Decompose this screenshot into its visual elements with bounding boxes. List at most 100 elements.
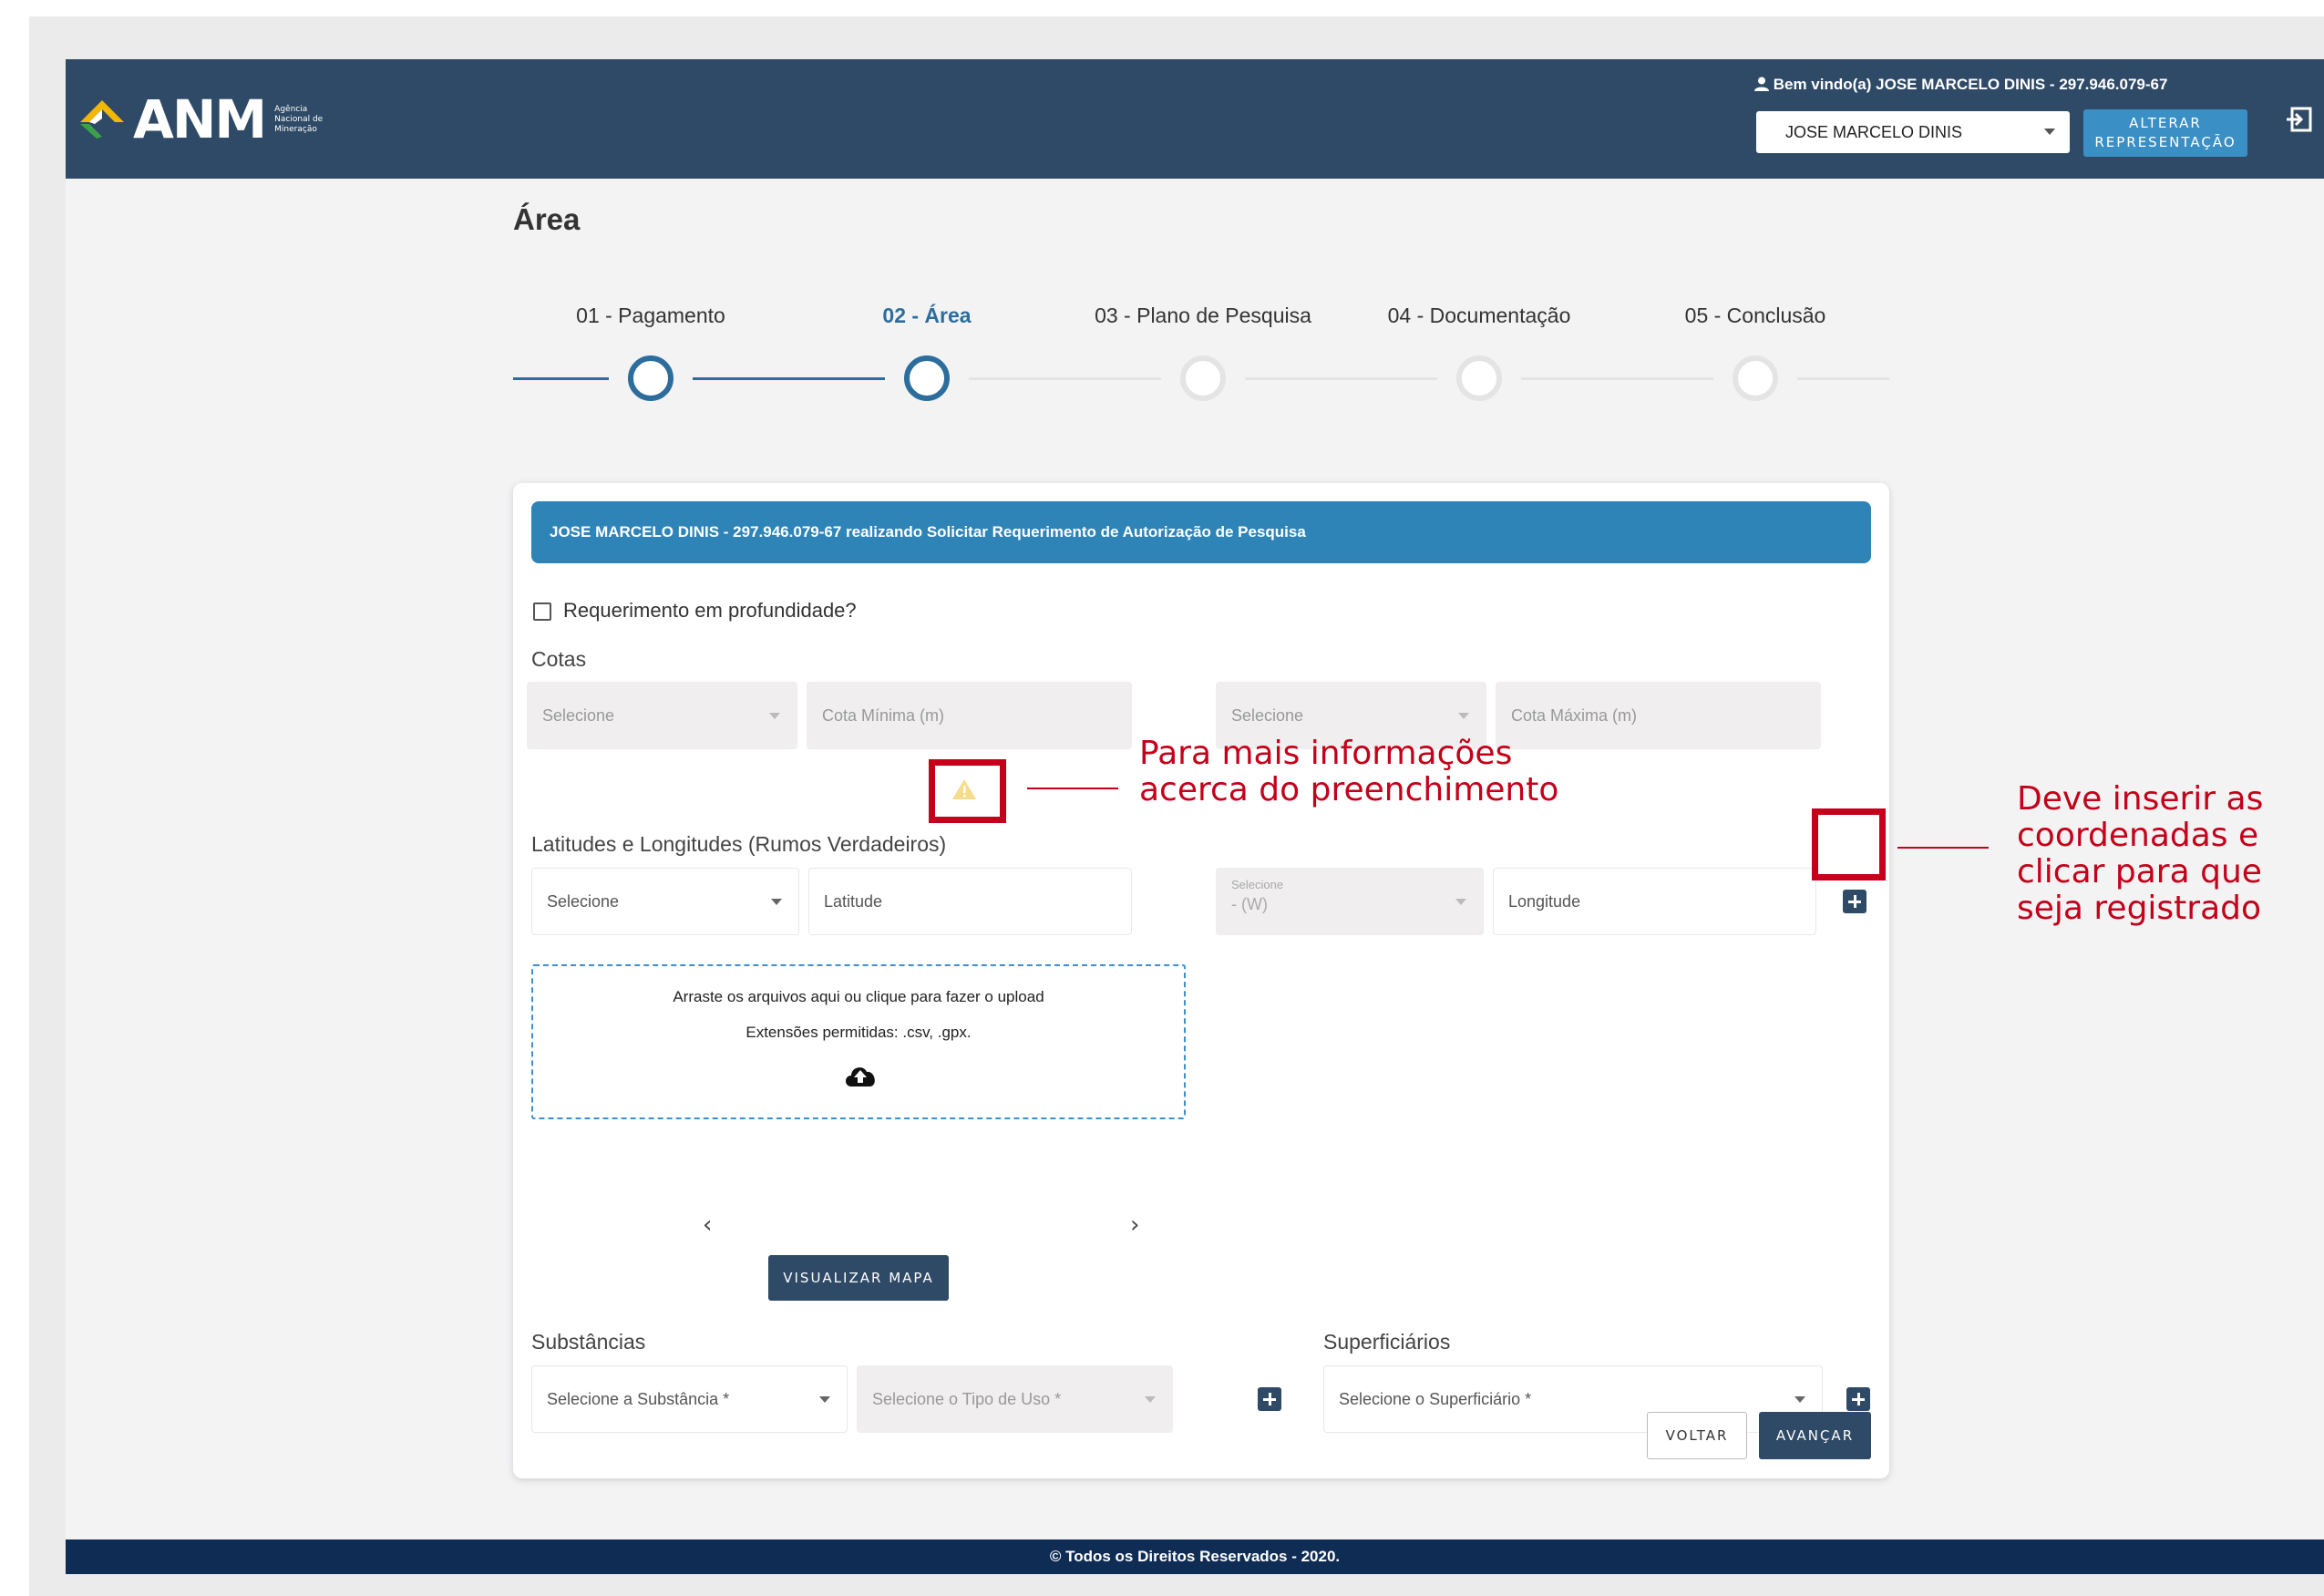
app-window: ANM Agência Nacional de Mineração Bem vi… — [66, 59, 2324, 1574]
depth-checkbox[interactable] — [533, 602, 551, 621]
stepper-line — [1797, 377, 1889, 380]
chevron-down-icon — [769, 713, 780, 719]
step-circle-documentacao[interactable] — [1456, 355, 1502, 401]
plus-icon-bar — [1853, 895, 1856, 908]
step-circle-area[interactable] — [904, 355, 950, 401]
representation-select[interactable]: JOSE MARCELO DINIS — [1756, 111, 2070, 153]
step-label-plano[interactable]: 03 - Plano de Pesquisa — [1095, 304, 1311, 328]
carousel-next-arrow[interactable]: › — [1130, 1211, 1139, 1239]
chevron-down-icon — [1145, 1396, 1156, 1403]
plus-icon-bar — [1268, 1393, 1271, 1406]
step-label-conclusao[interactable]: 05 - Conclusão — [1685, 304, 1826, 328]
top-header: ANM Agência Nacional de Mineração Bem vi… — [66, 59, 2324, 179]
step-label-area[interactable]: 02 - Área — [882, 304, 971, 328]
user-icon — [1754, 77, 1769, 91]
select-value: Selecione o Superficiário * — [1339, 1389, 1532, 1408]
coords-annotation: Deve inserir as coordenadas e clicar par… — [2017, 781, 2263, 927]
add-coordinate-button[interactable] — [1843, 890, 1866, 913]
next-button[interactable]: AVANÇAR — [1759, 1412, 1871, 1459]
warning-highlight-box — [929, 759, 1006, 823]
stepper-line — [1245, 377, 1437, 380]
dropzone-instruction: Arraste os arquivos aqui ou clique para … — [673, 988, 1044, 1005]
page-title: Área — [513, 202, 581, 236]
logo-sub-line: Agência — [274, 104, 308, 114]
info-annotation: Para mais informações acerca do preenchi… — [1139, 736, 1558, 808]
screenshot-frame: ANM Agência Nacional de Mineração Bem vi… — [0, 0, 2324, 1596]
input-placeholder: Longitude — [1508, 891, 1581, 911]
select-value: Selecione a Substância * — [547, 1389, 730, 1408]
plus-icon-bar — [1856, 1393, 1860, 1406]
select-value: Selecione — [542, 705, 615, 725]
input-placeholder: Cota Mínima (m) — [822, 705, 945, 725]
annotation-line: coordenadas e — [2017, 817, 2259, 854]
superficiarios-label: Superficiários — [1323, 1330, 1451, 1354]
logo-wordmark: ANM — [133, 88, 267, 150]
add-button-highlight-box — [1812, 808, 1886, 880]
step-label-documentacao[interactable]: 04 - Documentação — [1388, 304, 1571, 328]
annotation-line: seja registrado — [2017, 890, 2262, 927]
cotas-label: Cotas — [531, 647, 587, 671]
select-floating-label: Selecione — [1231, 878, 1284, 891]
form-card: JOSE MARCELO DINIS - 297.946.079-67 real… — [513, 483, 1889, 1478]
back-button[interactable]: VOLTAR — [1647, 1412, 1747, 1459]
longitude-direction-select[interactable]: Selecione - (W) — [1216, 868, 1484, 935]
process-banner: JOSE MARCELO DINIS - 297.946.079-67 real… — [531, 501, 1871, 563]
select-value: Selecione — [1231, 705, 1304, 725]
usage-type-select[interactable]: Selecione o Tipo de Uso * — [857, 1365, 1173, 1433]
alter-button-line: ALTERAR — [2129, 115, 2202, 131]
annotation-connector-line — [1897, 847, 1989, 849]
substance-select[interactable]: Selecione a Substância * — [531, 1365, 848, 1433]
annotation-line: Deve inserir as — [2017, 780, 2264, 818]
chevron-down-icon — [1455, 899, 1466, 905]
annotation-connector-line — [1027, 788, 1118, 789]
anm-logo[interactable]: ANM Agência Nacional de Mineração — [78, 88, 323, 150]
select-value: Selecione — [547, 891, 620, 911]
chevron-down-icon — [2044, 129, 2055, 135]
substancias-label: Substâncias — [531, 1330, 646, 1354]
chevron-down-icon — [819, 1396, 830, 1403]
select-value: Selecione o Tipo de Uso * — [872, 1389, 1062, 1408]
file-dropzone[interactable]: Arraste os arquivos aqui ou clique para … — [531, 964, 1186, 1119]
view-map-button[interactable]: VISUALIZAR MAPA — [768, 1255, 949, 1301]
input-placeholder: Cota Máxima (m) — [1511, 705, 1638, 725]
welcome-text: Bem vindo(a) JOSE MARCELO DINIS - 297.94… — [1754, 76, 2167, 94]
step-label-pagamento[interactable]: 01 - Pagamento — [576, 304, 725, 328]
input-placeholder: Latitude — [824, 891, 883, 911]
select-value: - (W) — [1231, 895, 1268, 913]
representation-value: JOSE MARCELO DINIS — [1785, 122, 1963, 141]
alter-button-line: REPRESENTAÇÃO — [2094, 134, 2237, 150]
add-superficiary-button[interactable] — [1846, 1387, 1870, 1411]
dropzone-extensions: Extensões permitidas: .csv, .gpx. — [746, 1024, 972, 1041]
page-footer: © Todos os Direitos Reservados - 2020. — [66, 1539, 2324, 1574]
annotation-line: acerca do preenchimento — [1139, 771, 1559, 808]
step-circle-plano[interactable] — [1180, 355, 1226, 401]
stepper-line — [513, 377, 609, 380]
chevron-down-icon — [771, 899, 782, 905]
stepper-line — [1521, 377, 1713, 380]
superficiary-select[interactable]: Selecione o Superficiário * — [1323, 1365, 1823, 1433]
chevron-down-icon — [1458, 713, 1469, 719]
latlong-label: Latitudes e Longitudes (Rumos Verdadeiro… — [531, 832, 947, 856]
stepper-line — [969, 377, 1161, 380]
chevron-down-icon — [1794, 1396, 1805, 1403]
step-circle-conclusao[interactable] — [1733, 355, 1778, 401]
welcome-label: Bem vindo(a) JOSE MARCELO DINIS - 297.94… — [1773, 76, 2168, 93]
cloud-upload-icon — [846, 1067, 875, 1086]
alter-representation-button[interactable]: ALTERAR REPRESENTAÇÃO — [2083, 109, 2247, 157]
annotation-line: clicar para que — [2017, 853, 2262, 891]
depth-checkbox-label[interactable]: Requerimento em profundidade? — [563, 599, 857, 623]
logo-subtitle: Agência Nacional de Mineração — [274, 105, 323, 135]
stepper-line — [693, 377, 885, 380]
carousel-prev-arrow[interactable]: ‹ — [703, 1211, 712, 1239]
logo-sub-line: Mineração — [274, 124, 317, 134]
cota-min-unit-select[interactable]: Selecione — [527, 682, 797, 749]
cota-min-input[interactable]: Cota Mínima (m) — [807, 682, 1132, 749]
step-circle-pagamento[interactable] — [628, 355, 674, 401]
add-substance-button[interactable] — [1258, 1387, 1281, 1411]
annotation-line: Para mais informações — [1139, 735, 1513, 772]
longitude-input[interactable]: Longitude — [1493, 868, 1816, 935]
logout-icon[interactable] — [2284, 104, 2315, 135]
latitude-input[interactable]: Latitude — [808, 868, 1132, 935]
latitude-direction-select[interactable]: Selecione — [531, 868, 799, 935]
anm-logo-icon — [80, 100, 124, 139]
